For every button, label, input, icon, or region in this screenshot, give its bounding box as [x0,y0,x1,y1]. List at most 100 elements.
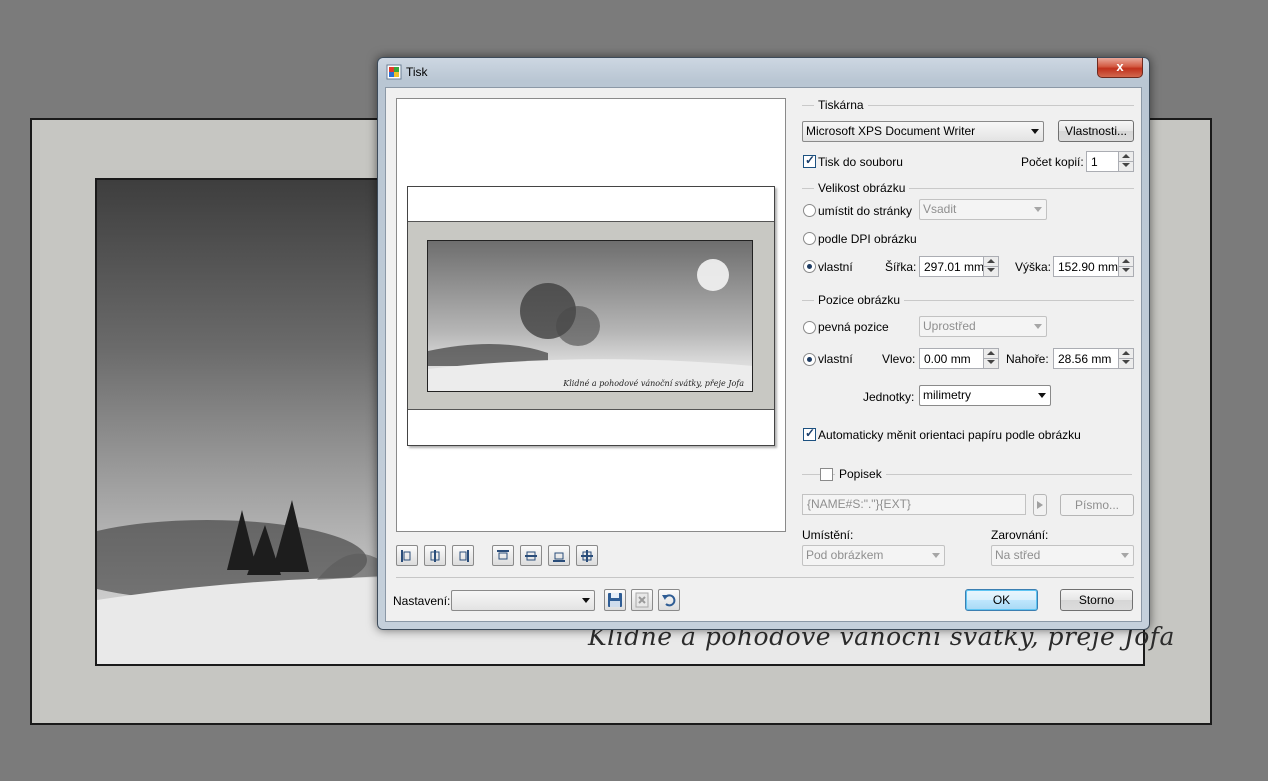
delete-settings-button[interactable] [631,589,653,611]
print-dialog: Tisk x Klidné a pohodové vánoční svátky,… [377,57,1150,630]
fixed-position-radio[interactable] [803,321,816,334]
chevron-down-icon [1121,553,1129,558]
size-group-title: Velikost obrázku [814,181,910,195]
width-spinner[interactable]: 297.01 mm [919,256,999,277]
font-button[interactable]: Písmo... [1060,494,1134,516]
close-button[interactable]: x [1097,58,1143,78]
custom-position-label: vlastní [818,352,853,366]
height-value: 152.90 mm [1058,260,1119,274]
dialog-body: Klidné a pohodové vánoční svátky, přeje … [385,87,1142,622]
left-value: 0.00 mm [924,352,971,366]
chevron-down-icon [1031,129,1039,134]
chevron-down-icon [1034,207,1042,212]
placement-select[interactable]: Pod obrázkem [802,545,945,566]
fixed-position-value: Uprostřed [923,319,976,333]
align-bottom-icon [553,552,565,562]
height-label: Výška: [1015,260,1052,274]
align-right-button[interactable] [452,545,474,566]
spinner-arrows-icon[interactable] [983,257,998,276]
cancel-button[interactable]: Storno [1060,589,1133,611]
fixed-position-label: pevná pozice [818,320,889,334]
save-settings-button[interactable] [604,589,626,611]
chevron-down-icon [1038,393,1046,398]
top-label: Nahoře: [1006,352,1049,366]
align-right-icon [459,550,469,562]
settings-label: Nastavení: [393,594,451,608]
settings-select[interactable] [451,590,595,611]
auto-orientation-label: Automaticky měnit orientaci papíru podle… [818,428,1081,442]
print-to-file-label: Tisk do souboru [818,155,903,169]
spinner-arrows-icon[interactable] [1118,257,1133,276]
preview-image-mat[interactable]: Klidné a pohodové vánoční svátky, přeje … [408,221,774,410]
print-to-file-checkbox[interactable] [803,153,816,168]
caption-template-input[interactable]: {NAME#S:"."}{EXT} [802,494,1026,515]
custom-size-radio[interactable] [803,260,816,273]
align-bottom-button[interactable] [548,545,570,566]
left-label: Vlevo: [882,352,916,366]
copies-value: 1 [1091,155,1098,169]
printer-properties-button[interactable]: Vlastnosti... [1058,120,1134,142]
ok-button[interactable]: OK [965,589,1038,611]
align-center-vertical-icon [525,551,537,561]
caption-checkbox[interactable] [820,468,833,481]
preview-caption: Klidné a pohodové vánoční svátky, přeje … [563,379,744,388]
chevron-down-icon [582,598,590,603]
align-center-icon [581,550,593,562]
caption-group-title: Popisek [835,467,886,481]
spinner-arrows-icon[interactable] [1118,152,1133,171]
width-value: 297.01 mm [924,260,985,274]
units-select[interactable]: milimetry [919,385,1051,406]
alignment-label: Zarovnání: [991,528,1049,542]
auto-orientation-checkbox[interactable] [803,426,816,441]
revert-icon [662,594,676,607]
printer-select[interactable]: Microsoft XPS Document Writer [802,121,1044,142]
height-spinner[interactable]: 152.90 mm [1053,256,1134,277]
units-label: Jednotky: [863,390,915,404]
top-value: 28.56 mm [1058,352,1112,366]
chevron-down-icon [932,553,940,558]
save-icon [608,593,622,607]
align-center-button[interactable] [576,545,598,566]
position-group-title: Pozice obrázku [814,293,905,307]
copies-spinner[interactable]: 1 [1086,151,1134,172]
footer-separator [396,577,1134,578]
revert-settings-button[interactable] [658,589,680,611]
align-center-vertical-button[interactable] [520,545,542,566]
copies-label: Počet kopií: [1021,155,1084,169]
spinner-arrows-icon[interactable] [983,349,998,368]
preview-image: Klidné a pohodové vánoční svátky, přeje … [427,240,753,392]
dpi-radio[interactable] [803,232,816,245]
width-label: Šířka: [885,260,917,274]
window-title: Tisk [406,65,428,79]
align-left-button[interactable] [396,545,418,566]
top-spinner[interactable]: 28.56 mm [1053,348,1134,369]
fit-page-label: umístit do stránky [818,204,913,218]
insert-tag-button[interactable] [1033,494,1047,516]
units-value: milimetry [923,388,971,402]
align-top-button[interactable] [492,545,514,566]
chevron-right-icon [1037,501,1043,509]
left-spinner[interactable]: 0.00 mm [919,348,999,369]
alignment-select[interactable]: Na střed [991,545,1134,566]
align-center-horizontal-icon [430,550,440,562]
placement-label: Umístění: [802,528,854,542]
align-top-icon [497,550,509,560]
fit-page-radio[interactable] [803,204,816,217]
placement-value: Pod obrázkem [806,548,884,562]
chevron-down-icon [1034,324,1042,329]
title-bar[interactable]: Tisk x [378,58,1149,86]
align-left-icon [401,550,411,562]
spinner-arrows-icon[interactable] [1118,349,1133,368]
custom-size-label: vlastní [818,260,853,274]
align-center-horizontal-button[interactable] [424,545,446,566]
print-app-icon [386,64,402,80]
delete-preset-icon [635,592,649,608]
fit-mode-select[interactable]: Vsadit [919,199,1047,220]
fixed-position-select[interactable]: Uprostřed [919,316,1047,337]
printer-select-value: Microsoft XPS Document Writer [806,124,976,138]
dpi-label: podle DPI obrázku [818,232,917,246]
preview-paper: Klidné a pohodové vánoční svátky, přeje … [407,186,775,446]
custom-position-radio[interactable] [803,353,816,366]
alignment-value: Na střed [995,548,1041,562]
printer-group-title: Tiskárna [814,98,868,112]
